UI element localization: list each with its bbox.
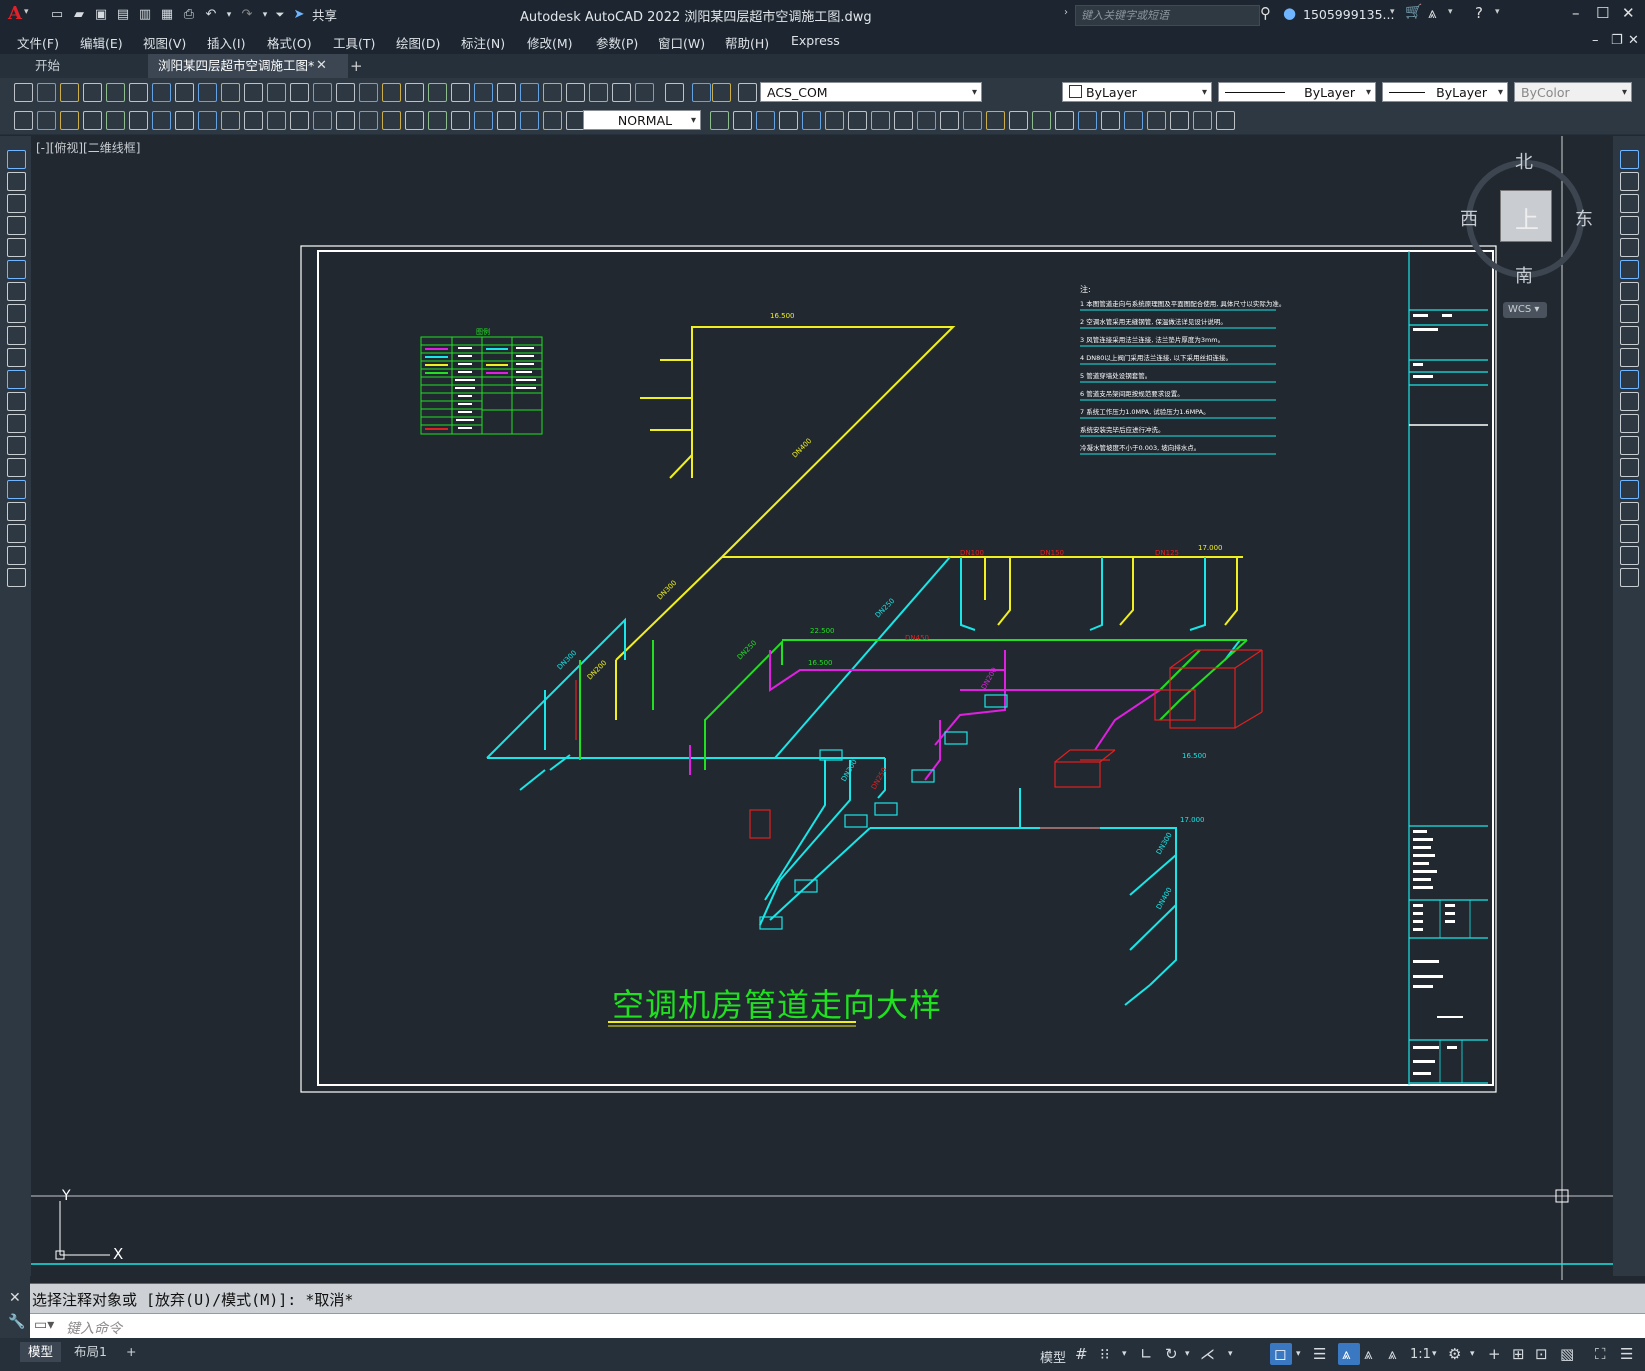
polar-dropdown-icon[interactable]: ▾ [1185, 1349, 1190, 1359]
snap-dropdown-icon[interactable]: ▾ [1122, 1349, 1127, 1359]
pipe-labels: DN400DN300DN300DN250DN250DN200 DN200DN150… [556, 312, 1223, 911]
viewcube-top-face[interactable]: 上 [1500, 190, 1552, 242]
units-icon[interactable]: ⊞ [1512, 1345, 1525, 1363]
status-bar: 模型 布局1 + 模型 # ⁝⁝ ▾ ∟ ↻ ▾ ⋌ ▾ ◻ ▾ ☰ ⩓ ⩓ ⩓… [0, 1338, 1645, 1371]
pipe-label-1: DN400 [791, 437, 814, 460]
red-equipment [575, 649, 1263, 839]
annotation-scale-dropdown-icon[interactable]: ▾ [1432, 1349, 1437, 1359]
grid-icon[interactable]: # [1075, 1345, 1088, 1363]
sheet-inner-border [317, 250, 1494, 1086]
command-input-placeholder: 键入命令 [66, 1321, 122, 1337]
notes-header: 注: [1080, 284, 1091, 294]
title-block-grid [1439, 900, 1471, 1083]
compass-west[interactable]: 西 [1460, 205, 1478, 231]
customization-menu-icon[interactable]: ☰ [1620, 1345, 1633, 1363]
viewcube-top-label: 上 [1515, 206, 1539, 234]
object-snap-icon: ◻ [1274, 1345, 1287, 1363]
pipe-label-6: DN200 [586, 659, 609, 682]
compass-north[interactable]: 北 [1515, 148, 1533, 174]
yellow-pipe-network [615, 326, 1243, 720]
pipe-label-17: DN400 [1155, 886, 1174, 911]
pipe-label-10: DN100 [960, 549, 984, 557]
auto-scale-icon[interactable]: ⩓ [1364, 1345, 1372, 1363]
tab-layout1[interactable]: 布局1 [66, 1342, 115, 1362]
note-line-9: 冷凝水管坡度不小于0.003, 坡向排水点。 [1080, 443, 1200, 452]
cyan-pipe-network [486, 556, 1242, 1006]
isodraft-icon[interactable]: ⋌ [1200, 1345, 1215, 1363]
note-line-7: 7 系统工作压力1.0MPA, 试验压力1.6MPA。 [1080, 407, 1210, 416]
command-line-handle[interactable]: ✕ 🔧 [0, 1276, 30, 1338]
drawing-canvas[interactable]: 图例 注: 1 本图管道走向与系统原理图及平面图配合使用, 具体尺寸以实际为准。… [0, 0, 1645, 1371]
lineweight-display-icon[interactable]: ☰ [1313, 1345, 1326, 1363]
add-layout-button[interactable]: + [118, 1342, 144, 1362]
drawing-title: 空调机房管道走向大样 [612, 986, 942, 1024]
pipe-label-15: 17.000 [1180, 816, 1205, 824]
pipe-label-11: 16.500 [770, 312, 795, 320]
pipe-label-13: 22.500 [810, 627, 835, 635]
ucs-icon [55, 1201, 110, 1260]
wcs-menu[interactable]: WCS ▾ [1503, 302, 1547, 318]
annotation-visibility-icon: ⩓ [1342, 1345, 1351, 1363]
command-customize-icon[interactable]: 🔧 [8, 1314, 25, 1330]
note-line-2: 2 空调水管采用无缝钢管, 保温做法详见设计说明。 [1080, 317, 1227, 326]
command-history-text: 选择注释对象或 [放弃(U)/模式(M)]: *取消* [32, 1291, 354, 1309]
annotation-monitor-icon[interactable]: + [1488, 1345, 1501, 1363]
pipe-label-16: DN450 [905, 634, 929, 642]
green-pipe-network [579, 639, 1248, 770]
command-recent-icon[interactable]: ▭▾ [34, 1317, 54, 1333]
clean-screen-icon[interactable]: ⛶ [1595, 1345, 1606, 1363]
notes-block: 1 本图管道走向与系统原理图及平面图配合使用, 具体尺寸以实际为准。 2 空调水管… [1080, 299, 1285, 455]
legend-header: 图例 [476, 327, 490, 336]
ortho-icon[interactable]: ∟ [1140, 1345, 1153, 1363]
command-close-icon[interactable]: ✕ [9, 1290, 21, 1306]
command-history: 选择注释对象或 [放弃(U)/模式(M)]: *取消* [30, 1283, 1645, 1314]
compass-east[interactable]: 东 [1575, 205, 1593, 231]
pipe-label-18: DN300 [1155, 831, 1174, 856]
pipe-label-5: DN250 [736, 639, 759, 662]
note-line-3: 3 风管连接采用法兰连接, 法兰垫片厚度为3mm。 [1080, 335, 1224, 344]
hardware-acceleration-icon[interactable]: ▧ [1560, 1345, 1574, 1363]
isodraft-dropdown-icon[interactable]: ▾ [1228, 1349, 1233, 1359]
snap-icon[interactable]: ⁝⁝ [1100, 1345, 1110, 1363]
annotation-scale-value[interactable]: 1:1 [1410, 1347, 1431, 1362]
ucs-y-label: Y [61, 1188, 71, 1204]
note-line-6: 6 管道支吊架间距按规范要求设置。 [1080, 389, 1184, 398]
title-block-text-blocks [1413, 314, 1463, 1075]
wcs-label: WCS [1508, 304, 1532, 315]
note-line-8: 系统安装完毕后应进行冲洗。 [1080, 425, 1165, 434]
compass-south[interactable]: 南 [1515, 262, 1533, 288]
quick-properties-icon[interactable]: ⊡ [1535, 1345, 1548, 1363]
pipe-label-8: DN150 [1040, 549, 1064, 557]
annotation-scale-icon[interactable]: ⩓ [1388, 1345, 1396, 1363]
tab-model[interactable]: 模型 [20, 1342, 62, 1362]
note-line-5: 5 管道穿墙处设钢套管。 [1080, 371, 1151, 380]
note-line-1: 1 本图管道走向与系统原理图及平面图配合使用, 具体尺寸以实际为准。 [1080, 299, 1285, 308]
command-input[interactable]: ▭▾ 键入命令 [30, 1313, 1645, 1339]
legend-table [420, 336, 543, 435]
pipe-label-21: 16.500 [1182, 752, 1207, 760]
pipe-label-9: DN125 [1155, 549, 1179, 557]
ucs-x-label: X [113, 1245, 123, 1263]
note-line-4: 4 DN80以上阀门采用法兰连接, 以下采用丝扣连接。 [1080, 353, 1232, 362]
pipe-label-2: DN300 [656, 579, 679, 602]
model-space-button[interactable]: 模型 [1040, 1347, 1066, 1366]
pipe-label-4: DN250 [874, 597, 897, 620]
pipe-label-14: 16.500 [808, 659, 833, 667]
polar-icon[interactable]: ↻ [1165, 1345, 1178, 1363]
workspace-dropdown-icon[interactable]: ▾ [1470, 1349, 1475, 1359]
pipe-label-12: 17.000 [1198, 544, 1223, 552]
object-snap-dropdown-icon[interactable]: ▾ [1296, 1349, 1301, 1359]
pipe-label-3: DN300 [556, 649, 579, 672]
workspace-gear-icon[interactable]: ⚙ [1448, 1345, 1461, 1363]
